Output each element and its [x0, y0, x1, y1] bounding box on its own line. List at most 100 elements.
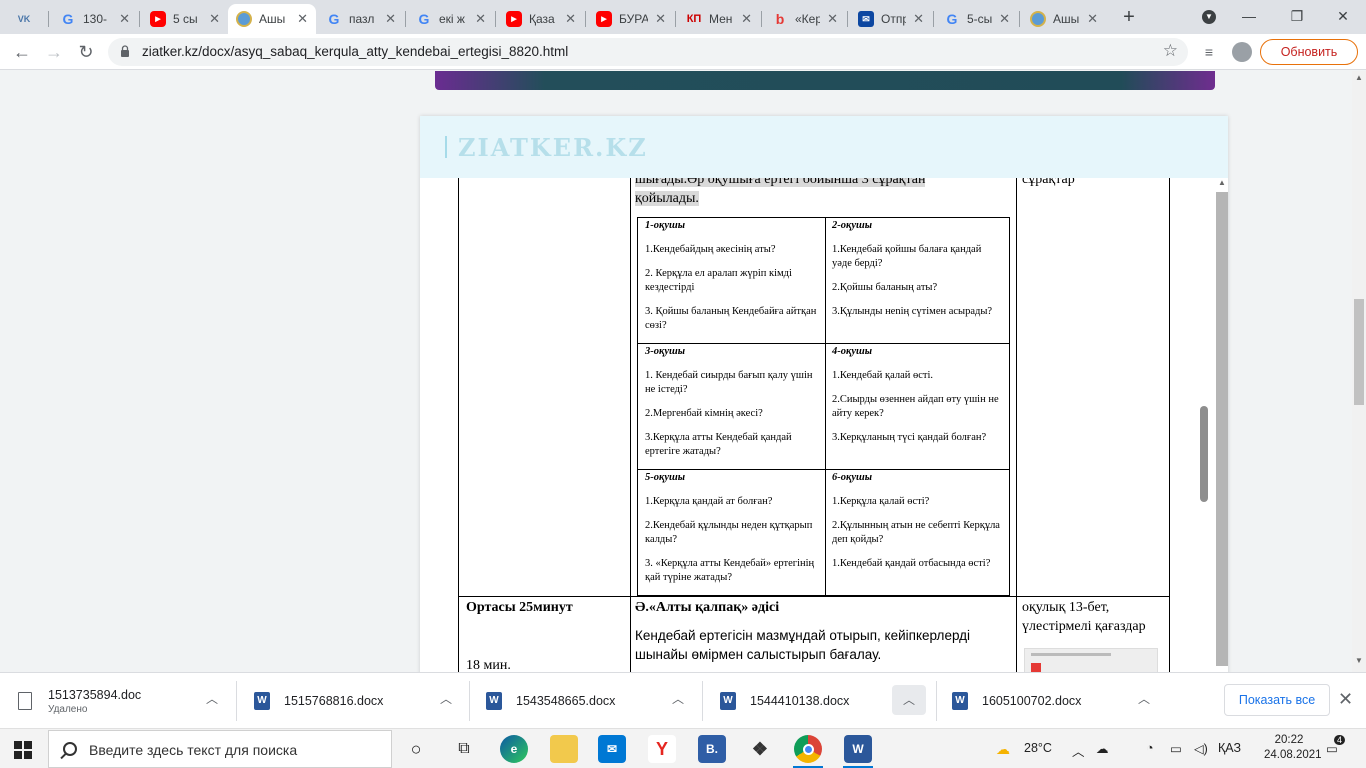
mail-icon[interactable]: ✉: [598, 735, 626, 763]
profile-avatar[interactable]: [1232, 42, 1252, 62]
close-icon[interactable]: ✕: [297, 11, 308, 27]
close-icon[interactable]: ✕: [385, 11, 396, 27]
document-scrollbar[interactable]: ▲: [1216, 178, 1228, 672]
bookmark-star-icon[interactable]: ☆: [1163, 41, 1178, 61]
table-border: [1016, 116, 1017, 672]
battery-icon[interactable]: ▭: [1170, 741, 1182, 756]
close-icon[interactable]: ✕: [565, 11, 576, 27]
table-border: [458, 596, 1170, 597]
tab-0[interactable]: VK: [8, 4, 48, 34]
back-button[interactable]: ←: [8, 38, 36, 66]
download-item[interactable]: W 1544410138.docx ︿: [720, 673, 930, 729]
minimize-button[interactable]: —: [1226, 0, 1272, 34]
chrome-icon[interactable]: [794, 735, 822, 763]
weather-icon[interactable]: ☁: [996, 741, 1010, 758]
word-app-icon[interactable]: W: [844, 735, 872, 763]
taskbar-search[interactable]: Введите здесь текст для поиска: [48, 730, 392, 768]
chevron-up-icon[interactable]: ︿: [202, 690, 222, 707]
show-all-downloads-button[interactable]: Показать все: [1224, 684, 1330, 716]
tab-title: Отпр: [881, 12, 907, 26]
lock-icon[interactable]: [120, 45, 130, 57]
tab-title: пазл: [349, 12, 375, 26]
download-item[interactable]: W 1605100702.docx ︿: [952, 673, 1162, 729]
edge-icon[interactable]: e: [500, 735, 528, 763]
tab-4[interactable]: G пазл ✕: [318, 4, 404, 34]
download-filename: 1515768816.docx: [284, 694, 384, 708]
close-icon[interactable]: ✕: [741, 11, 752, 27]
tab-5[interactable]: G екі ж ✕: [408, 4, 494, 34]
chevron-up-icon[interactable]: ︿: [668, 690, 688, 707]
url-text[interactable]: ziatker.kz/docx/asyq_sabaq_kerqula_atty_…: [142, 44, 568, 59]
close-icon[interactable]: ✕: [827, 11, 838, 27]
tab-7[interactable]: ▶ БУРА ✕: [588, 4, 674, 34]
notification-center-button[interactable]: ▭ 4: [1326, 735, 1346, 756]
scrollbar-thumb[interactable]: [1216, 192, 1228, 666]
task-view-icon[interactable]: ⧉: [450, 735, 478, 763]
close-window-button[interactable]: ✕: [1320, 0, 1366, 34]
ad-banner[interactable]: [435, 71, 1215, 90]
tab-6[interactable]: ▶ Қаза ✕: [498, 4, 584, 34]
reading-list-icon[interactable]: ≡: [1200, 43, 1218, 61]
weather-temp[interactable]: 28°C: [1024, 741, 1052, 755]
tab-title: Мен: [709, 12, 733, 26]
yandex-browser-icon[interactable]: Y: [648, 735, 676, 763]
tab-10[interactable]: ✉ Отпр ✕: [850, 4, 932, 34]
tab-3-active[interactable]: Ашы ✕: [228, 4, 316, 34]
google-icon: G: [418, 11, 430, 27]
onedrive-icon[interactable]: ☁: [1096, 741, 1109, 756]
download-item[interactable]: 1513735894.doc Удалено ︿: [18, 673, 230, 729]
address-bar[interactable]: ziatker.kz/docx/asyq_sabaq_kerqula_atty_…: [108, 38, 1188, 66]
scroll-down-icon[interactable]: ▼: [1355, 656, 1363, 665]
question-item: 1.Кендебай қандай отбасында өсті?: [832, 558, 991, 569]
download-filename: 1543548665.docx: [516, 694, 616, 708]
file-explorer-icon[interactable]: [550, 735, 578, 763]
close-icon[interactable]: ✕: [475, 11, 486, 27]
question-item: 2.Құлынның атын не себепті Керқұла деп қ…: [832, 520, 1000, 545]
tab-12[interactable]: Ашы ✕: [1022, 4, 1106, 34]
chevron-up-icon[interactable]: ︿: [1072, 741, 1085, 760]
document-icon: [18, 692, 32, 710]
download-item[interactable]: W 1543548665.docx ︿: [486, 673, 696, 729]
download-item[interactable]: W 1515768816.docx ︿: [254, 673, 464, 729]
reload-button[interactable]: ↻: [72, 38, 100, 66]
forward-button[interactable]: →: [40, 38, 68, 66]
volume-icon[interactable]: ◁): [1194, 741, 1208, 756]
chevron-up-icon[interactable]: ︿: [436, 690, 456, 707]
tab-2[interactable]: ▶ 5 сы ✕: [142, 4, 228, 34]
dropbox-icon[interactable]: ❖: [746, 735, 774, 763]
system-clock[interactable]: 20:22 24.08.2021: [1264, 733, 1322, 763]
chevron-up-icon[interactable]: ︿: [892, 685, 926, 715]
start-button[interactable]: [14, 741, 32, 759]
close-icon[interactable]: ✕: [655, 11, 666, 27]
mail-icon: ✉: [858, 11, 874, 27]
tab-8[interactable]: КП Мен ✕: [678, 4, 760, 34]
close-icon[interactable]: ✕: [119, 11, 130, 27]
page-scrollbar[interactable]: ▲ ▼: [1352, 71, 1366, 672]
new-tab-button[interactable]: +: [1118, 6, 1140, 28]
update-button[interactable]: Обновить: [1260, 39, 1358, 65]
site-logo[interactable]: ZIATKER.KZ: [458, 133, 648, 162]
b-app-icon[interactable]: B.: [698, 735, 726, 763]
close-icon[interactable]: ✕: [1087, 11, 1098, 27]
question-item: 3.Керқұланың түсі қандай болған?: [832, 432, 987, 443]
close-icon[interactable]: ✕: [209, 11, 220, 27]
resources-text: үлестірмелі қағаздар: [1022, 619, 1146, 634]
tab-1[interactable]: G 130- ✕: [52, 4, 138, 34]
close-icon[interactable]: ✕: [913, 11, 924, 27]
overlay-scroll-thumb[interactable]: [1200, 406, 1208, 502]
tab-title: Ашы: [1053, 12, 1080, 26]
tab-11[interactable]: G 5-сы ✕: [936, 4, 1018, 34]
chevron-up-icon[interactable]: ︿: [1134, 690, 1154, 707]
scrollbar-thumb[interactable]: [1354, 299, 1364, 405]
scroll-up-icon[interactable]: ▲: [1355, 73, 1363, 82]
tab-9[interactable]: b «Кер ✕: [764, 4, 846, 34]
scroll-up-icon[interactable]: ▲: [1218, 178, 1226, 187]
cortana-icon[interactable]: ○: [402, 735, 430, 763]
network-icon[interactable]: ◔: [1146, 741, 1154, 755]
search-placeholder[interactable]: Введите здесь текст для поиска: [89, 742, 297, 758]
close-icon[interactable]: ✕: [999, 11, 1010, 27]
question-group-title: 5-оқушы: [645, 472, 686, 483]
language-indicator[interactable]: ҚАЗ: [1218, 741, 1241, 755]
close-shelf-button[interactable]: ✕: [1338, 689, 1353, 710]
restore-button[interactable]: ❐: [1274, 0, 1320, 34]
